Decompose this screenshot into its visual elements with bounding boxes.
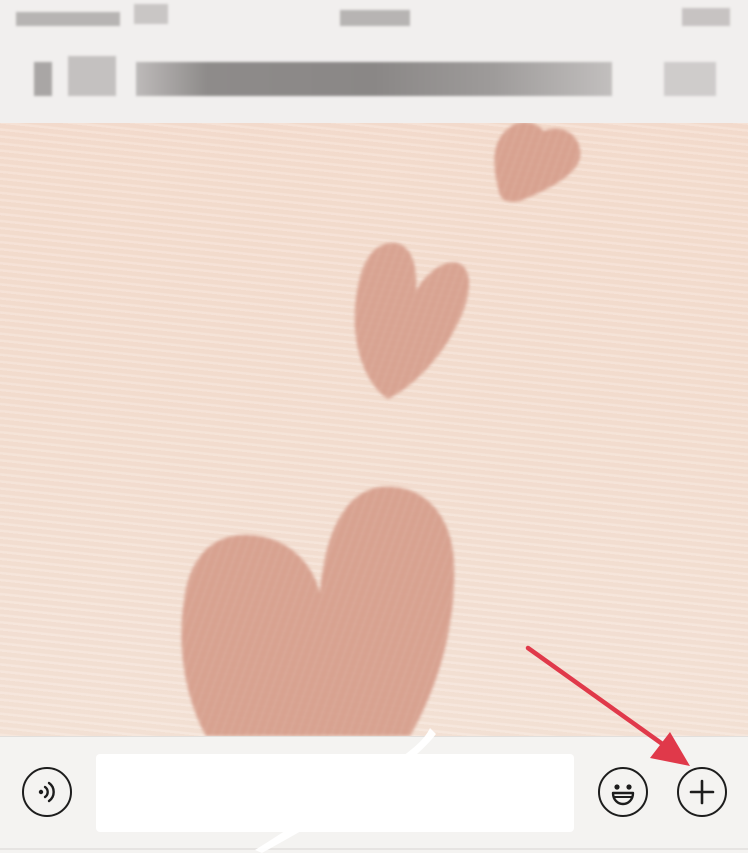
chat-screen: [0, 0, 748, 853]
white-smudge: [255, 728, 436, 853]
